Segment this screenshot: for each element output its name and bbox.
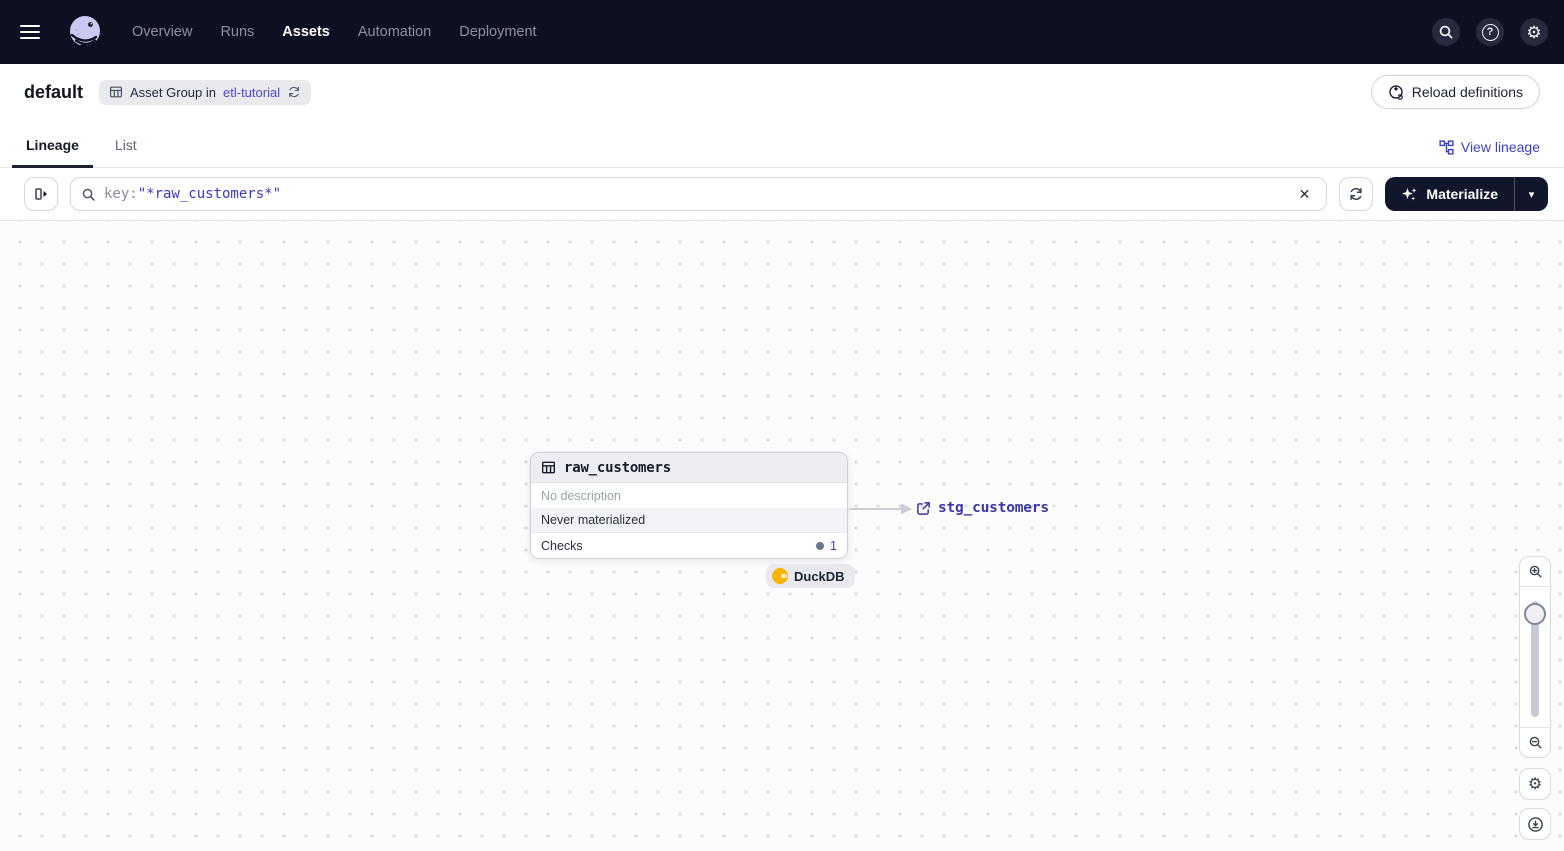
caret-down-icon: ▾ (1528, 188, 1535, 201)
search-query: key: "*raw_customers*" (104, 186, 281, 202)
check-status-dot (816, 541, 825, 550)
kind-tag-label: DuckDB (794, 568, 845, 584)
duckdb-icon (772, 568, 788, 584)
nav-deployment[interactable]: Deployment (459, 24, 536, 40)
downstream-asset-name: stg_customers (938, 500, 1049, 516)
checks-label: Checks (541, 538, 583, 553)
table-icon (109, 85, 123, 99)
help-icon[interactable]: ? (1476, 18, 1504, 46)
reload-icon (1389, 85, 1403, 100)
zoom-slider-handle[interactable] (1524, 603, 1546, 625)
page-title: default (24, 81, 84, 102)
search-icon[interactable] (1432, 18, 1460, 46)
zoom-controls: ⚙ (1519, 556, 1551, 840)
zoom-slider[interactable] (1520, 587, 1550, 727)
asset-status: Never materialized (531, 508, 847, 533)
refresh-icon[interactable] (287, 85, 301, 99)
reload-definitions-button[interactable]: Reload definitions (1370, 75, 1540, 109)
badge-repo-link[interactable]: etl-tutorial (223, 85, 280, 100)
toolbar: key: "*raw_customers*" ✕ Materialize ▾ (0, 168, 1564, 221)
asset-node-raw-customers[interactable]: raw_customers No description Never mater… (530, 452, 848, 559)
checks-summary: 1 (816, 539, 837, 553)
badge-text: Asset Group in (130, 84, 217, 100)
graph-settings-icon[interactable]: ⚙ (1519, 768, 1551, 800)
reload-label: Reload definitions (1411, 84, 1523, 100)
lineage-canvas[interactable]: raw_customers No description Never mater… (0, 221, 1564, 851)
tabs-row: Lineage List View lineage (0, 120, 1564, 168)
zoom-in-icon[interactable] (1520, 557, 1550, 587)
search-value: "*raw_customers*" (137, 186, 282, 202)
tab-list[interactable]: List (113, 137, 139, 167)
gear-glyph: ⚙ (1526, 22, 1542, 42)
menu-icon[interactable] (20, 14, 56, 50)
clear-search-icon[interactable]: ✕ (1293, 182, 1317, 207)
asset-name: raw_customers (564, 459, 671, 476)
table-icon (541, 461, 556, 474)
tab-lineage[interactable]: Lineage (12, 137, 93, 168)
lineage-edge-arrow (849, 503, 912, 515)
dagster-logo[interactable] (66, 13, 104, 51)
kind-tag-duckdb[interactable]: DuckDB (766, 564, 855, 588)
checks-count: 1 (830, 538, 837, 553)
materialize-caret-button[interactable]: ▾ (1514, 177, 1548, 211)
recenter-icon[interactable] (1519, 808, 1551, 840)
search-field-icon (82, 188, 95, 201)
view-lineage-label: View lineage (1460, 139, 1540, 155)
materialize-split-button: Materialize ▾ (1385, 177, 1548, 211)
view-lineage-link[interactable]: View lineage (1439, 139, 1540, 167)
sparkle-icon (1402, 187, 1417, 200)
gear-glyph: ⚙ (1527, 776, 1543, 793)
asset-description: No description (541, 488, 621, 503)
nav-runs[interactable]: Runs (220, 24, 254, 40)
zoom-out-icon[interactable] (1520, 727, 1550, 757)
search-input[interactable]: key: "*raw_customers*" ✕ (70, 177, 1328, 211)
panel-toggle-icon[interactable] (24, 177, 58, 211)
top-nav: Overview Runs Assets Automation Deployme… (0, 0, 1564, 64)
primary-nav: Overview Runs Assets Automation Deployme… (132, 24, 537, 40)
asset-node-header: raw_customers (531, 453, 847, 483)
page-header: default Asset Group in etl-tutorial Relo… (0, 64, 1564, 120)
view-lineage-icon (1439, 139, 1454, 155)
topnav-actions: ? ⚙ (1432, 18, 1548, 46)
settings-icon[interactable]: ⚙ (1520, 18, 1548, 46)
materialize-button[interactable]: Materialize (1385, 177, 1514, 211)
downstream-asset-link[interactable]: stg_customers (916, 500, 1049, 516)
materialize-label: Materialize (1426, 186, 1498, 202)
asset-group-badge: Asset Group in etl-tutorial (99, 79, 312, 105)
dagster-logo-icon (70, 16, 100, 48)
search-prefix: key: (104, 186, 138, 202)
asset-checks-row[interactable]: Checks 1 (531, 533, 847, 558)
zoom-slider-group (1519, 556, 1551, 758)
external-link-icon (917, 501, 930, 515)
nav-automation[interactable]: Automation (358, 24, 431, 40)
question-glyph: ? (1481, 23, 1499, 41)
nav-overview[interactable]: Overview (132, 24, 192, 40)
nav-assets[interactable]: Assets (282, 24, 330, 40)
refresh-graph-icon[interactable] (1339, 177, 1374, 211)
